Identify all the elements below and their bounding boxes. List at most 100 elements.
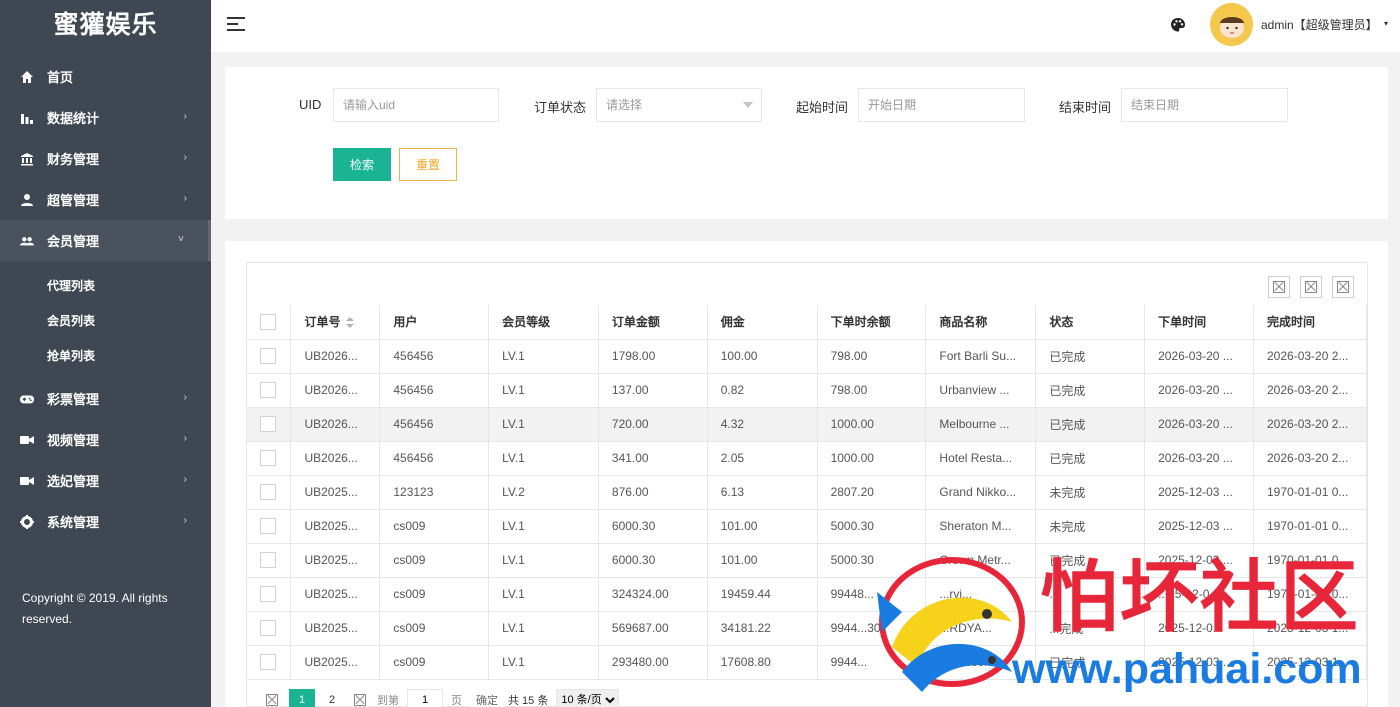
end-date-input[interactable]	[1121, 88, 1288, 122]
total-count: 共 15 条	[508, 695, 549, 707]
sidebar-item-stats[interactable]: 数据统计 ›	[0, 97, 211, 138]
sidebar-subitem-members[interactable]: 会员列表	[0, 303, 211, 338]
table-cell: 2025-12-03 ...	[1144, 645, 1254, 680]
table-row[interactable]: UB2026... 456456 LV.1 1798.00 100.00 798.00 Fo…	[247, 339, 1367, 374]
table-cell: 456456	[379, 339, 490, 374]
table-cell: 已完成	[1035, 373, 1146, 408]
table-row[interactable]: UB2025... cs009 LV.1 569687.00 34181.22 9944.…	[247, 611, 1367, 646]
row-checkbox[interactable]	[247, 543, 292, 578]
goto-confirm-button[interactable]: 确定	[470, 689, 504, 707]
table-cell: 798.00	[817, 339, 927, 374]
reset-button[interactable]: 重置	[399, 148, 457, 181]
table-row[interactable]: UB2025... cs009 LV.1 324324.00 19459.44 99448…	[247, 577, 1367, 612]
column-header: 用户	[379, 305, 490, 340]
table-cell: cs009	[379, 509, 490, 544]
row-checkbox[interactable]	[247, 475, 292, 510]
export-icon[interactable]	[1300, 276, 1322, 298]
table-row[interactable]: UB2026... 456456 LV.1 720.00 4.32 1000.00 Melb…	[247, 407, 1367, 442]
menu-toggle-icon[interactable]	[227, 17, 245, 31]
page-1[interactable]: 1	[289, 689, 315, 707]
select-all-checkbox[interactable]	[247, 305, 292, 340]
sidebar: 蜜獾娱乐 首页 数据统计 › 财务管理 › 超管管理 › 会员管理 ˅ 代理列表	[0, 0, 211, 707]
palette-icon[interactable]	[1170, 17, 1186, 33]
user-icon	[20, 193, 34, 207]
prev-page-icon[interactable]	[261, 689, 283, 707]
table-row[interactable]: UB2025... 123123 LV.2 876.00 6.13 2807.20 Gran…	[247, 475, 1367, 510]
column-header: 状态	[1035, 305, 1146, 340]
sort-icon[interactable]	[346, 317, 355, 329]
table-cell: ...	[1035, 577, 1146, 612]
table-cell: 已完成	[1035, 543, 1146, 578]
sidebar-item-system[interactable]: 系统管理 ›	[0, 501, 211, 542]
chevron-right-icon: ›	[183, 111, 187, 122]
sidebar-subitem-agents[interactable]: 代理列表	[0, 268, 211, 303]
submenu-members: 代理列表 会员列表 抢单列表	[0, 261, 211, 378]
column-header[interactable]: 订单号	[290, 305, 381, 340]
goto-page-input[interactable]	[407, 689, 443, 707]
table-cell: LV.1	[488, 577, 599, 612]
avatar[interactable]	[1210, 3, 1253, 46]
sidebar-item-home[interactable]: 首页	[0, 56, 211, 97]
row-checkbox[interactable]	[247, 339, 292, 374]
table-cell: 9944...	[817, 645, 927, 680]
uid-input[interactable]	[333, 88, 499, 122]
sidebar-item-members[interactable]: 会员管理 ˅	[0, 220, 211, 261]
table-cell: LV.1	[488, 611, 599, 646]
table-cell: 4.32	[707, 407, 818, 442]
table-row[interactable]: UB2025... cs009 LV.1 6000.30 101.00 5000.30 Cr…	[247, 543, 1367, 578]
table-cell: 2026-03-20 2...	[1253, 373, 1367, 408]
sidebar-item-selection[interactable]: 选妃管理 ›	[0, 460, 211, 501]
table-cell: Urbanview ...	[925, 373, 1037, 408]
caret-down-icon[interactable]: ▾	[1384, 19, 1388, 28]
print-icon[interactable]	[1332, 276, 1354, 298]
sidebar-item-super-admin[interactable]: 超管管理 ›	[0, 179, 211, 220]
table-cell: UB2026...	[290, 339, 381, 374]
row-checkbox[interactable]	[247, 577, 292, 612]
chevron-right-icon: ›	[183, 433, 187, 444]
table-row[interactable]: UB2026... 456456 LV.1 341.00 2.05 1000.00 Hote…	[247, 441, 1367, 476]
table-cell: LV.1	[488, 407, 599, 442]
chevron-down-icon: ˅	[178, 234, 184, 245]
orders-table: 订单号 用户 会员等级 订单金额 佣金 下单时余额 商品名称 状态 下单时间 完…	[247, 305, 1367, 680]
next-page-icon[interactable]	[349, 689, 371, 707]
table-cell: 2026-03-20 ...	[1144, 339, 1254, 374]
table-row[interactable]: UB2025... cs009 LV.1 6000.30 101.00 5000.30 Sh…	[247, 509, 1367, 544]
uid-label: UID	[299, 97, 322, 112]
user-menu[interactable]: admin【超级管理员】	[1261, 16, 1378, 33]
column-header: 下单时间	[1144, 305, 1254, 340]
page-2[interactable]: 2	[321, 689, 343, 707]
table-cell: 456456	[379, 373, 490, 408]
table-cell: 2026-03-20 ...	[1144, 441, 1254, 476]
table-cell: 720.00	[598, 407, 708, 442]
row-checkbox[interactable]	[247, 407, 292, 442]
search-button[interactable]: 检索	[333, 148, 391, 181]
row-checkbox[interactable]	[247, 373, 292, 408]
start-date-input[interactable]	[858, 88, 1025, 122]
sidebar-item-label: 超管管理	[47, 193, 100, 208]
sidebar-item-videos[interactable]: 视频管理 ›	[0, 419, 211, 460]
table-row[interactable]: UB2025... cs009 LV.1 293480.00 17608.80 9944.…	[247, 645, 1367, 680]
sidebar-item-lottery[interactable]: 彩票管理 ›	[0, 378, 211, 419]
table-cell: ...25-12-0...	[1144, 577, 1254, 612]
per-page-select[interactable]: 10 条/页	[556, 689, 620, 707]
status-select[interactable]	[596, 88, 762, 122]
row-checkbox[interactable]	[247, 509, 292, 544]
sidebar-item-finance[interactable]: 财务管理 ›	[0, 138, 211, 179]
sidebar-subitem-orders[interactable]: 抢单列表	[0, 338, 211, 373]
top-header: admin【超级管理员】 ▾	[211, 0, 1400, 52]
table-row[interactable]: UB2026... 456456 LV.1 137.00 0.82 798.00 Urban…	[247, 373, 1367, 408]
table-cell: 5000.30	[817, 543, 927, 578]
table-header-row: 订单号 用户 会员等级 订单金额 佣金 下单时余额 商品名称 状态 下单时间 完…	[247, 305, 1367, 340]
row-checkbox[interactable]	[247, 611, 292, 646]
row-checkbox[interactable]	[247, 645, 292, 680]
video-camera-icon	[20, 433, 34, 447]
filter-columns-icon[interactable]	[1268, 276, 1290, 298]
table-cell: 137.00	[598, 373, 708, 408]
table-cell: UB2025...	[290, 611, 381, 646]
table-cell: 456456	[379, 407, 490, 442]
chevron-right-icon: ›	[183, 193, 187, 204]
table-cell: 未完成	[1035, 475, 1146, 510]
row-checkbox[interactable]	[247, 441, 292, 476]
table-cell: Ho...oser...	[925, 645, 1037, 680]
table-cell: 324324.00	[598, 577, 708, 612]
